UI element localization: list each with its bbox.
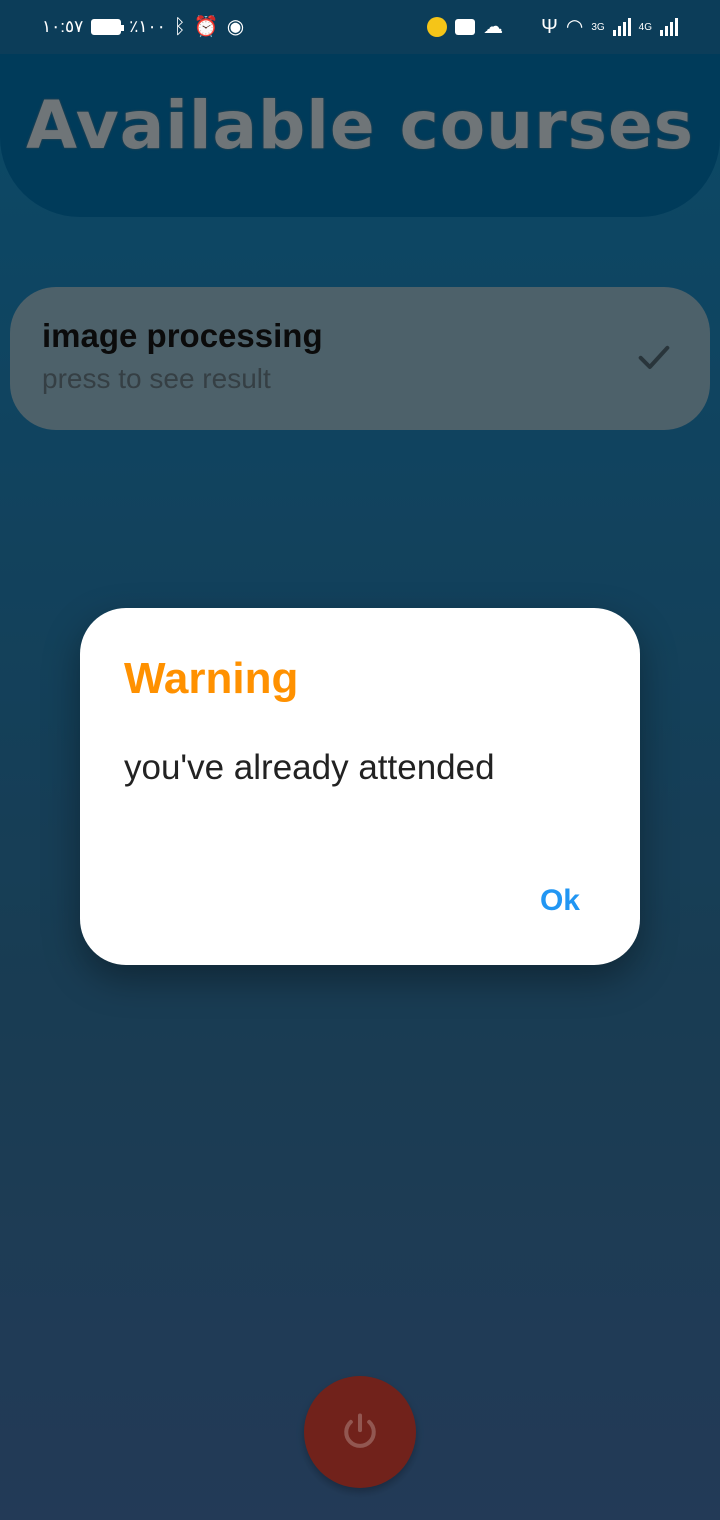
status-time: ١٠:٥٧ (42, 17, 84, 36)
eye-icon: ◉ (226, 16, 245, 38)
alarm-icon: ⏰ (193, 16, 219, 38)
signal-3g-icon (612, 18, 631, 36)
warning-dialog: Warning you've already attended Ok (80, 608, 640, 965)
notification-card-icon (455, 19, 476, 35)
dialog-message: you've already attended (124, 748, 495, 787)
bluetooth-icon: ᛒ (173, 16, 186, 38)
battery-icon (91, 19, 125, 35)
status-bar: ١٠:٥٧ ٪١٠٠ ᛒ ⏰ ◉ ☁ Ψ ◠ 3G 4G (0, 0, 720, 54)
notification-app-icon (427, 17, 448, 37)
dialog-title: Warning (124, 654, 299, 703)
ok-button[interactable]: Ok (540, 884, 580, 918)
wifi-icon: ◠ (565, 16, 584, 38)
network-4g-label: 4G (638, 21, 652, 33)
usb-icon: Ψ (541, 16, 558, 38)
battery-percent: ٪١٠٠ (129, 17, 166, 36)
status-right: ☁ Ψ ◠ 3G 4G (427, 17, 678, 37)
cloud-icon: ☁ (483, 16, 504, 38)
status-left: ١٠:٥٧ ٪١٠٠ ᛒ ⏰ ◉ (42, 17, 244, 37)
network-3g-label: 3G (591, 21, 605, 33)
signal-4g-icon (660, 18, 678, 36)
